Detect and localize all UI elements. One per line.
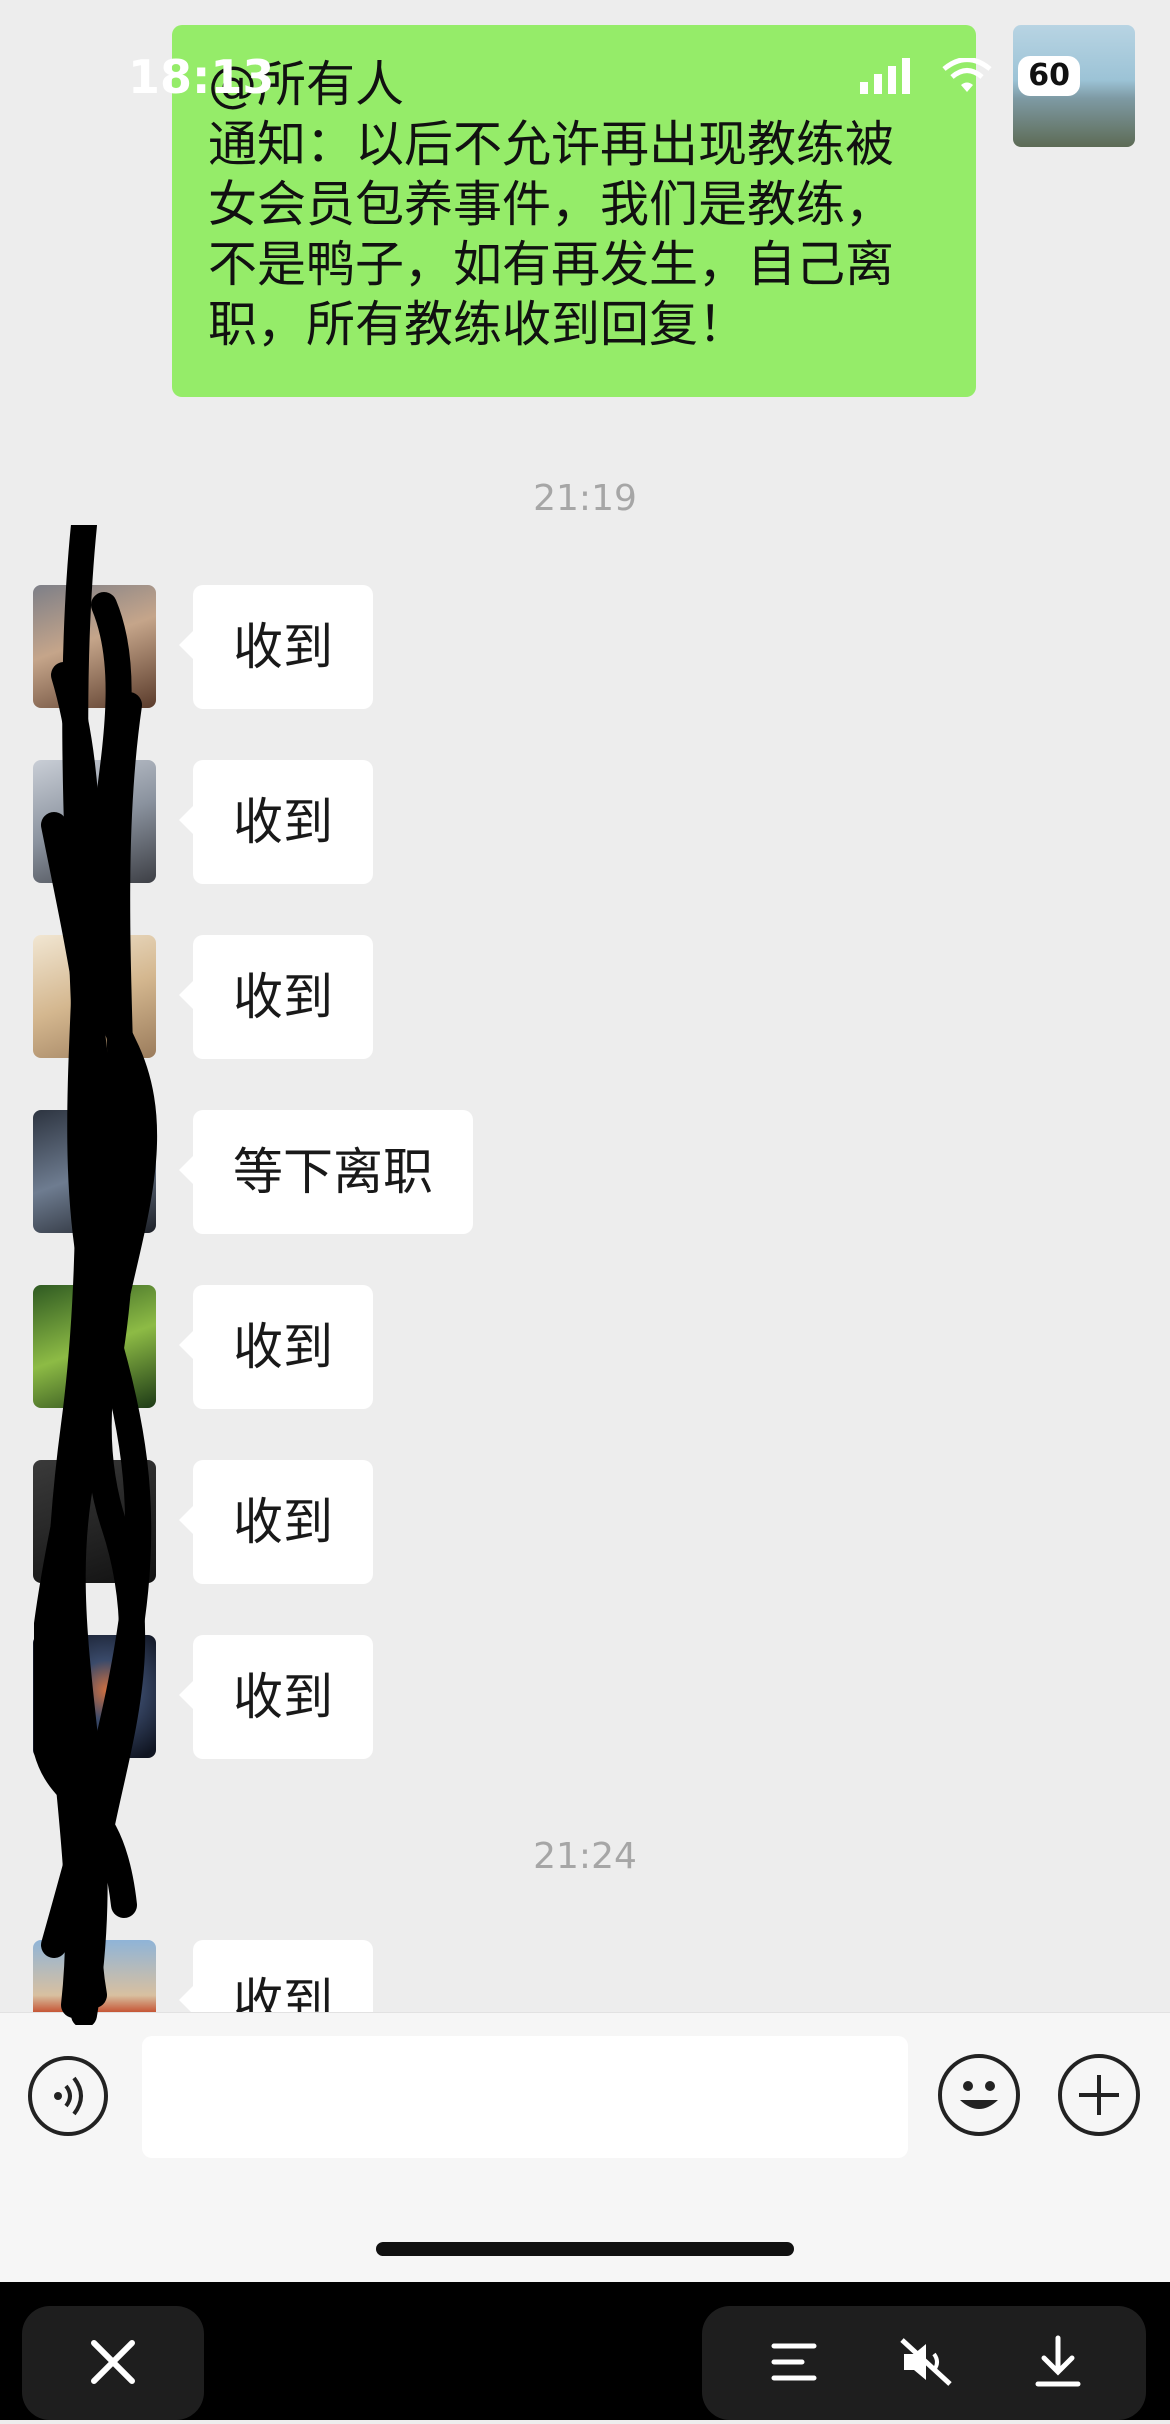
clipped-row-area: 收到: [0, 1940, 1170, 2012]
viewer-tools: [702, 2306, 1146, 2420]
sent-line: @所有人: [208, 56, 405, 113]
message-bubble[interactable]: 收到: [179, 935, 373, 1059]
download-icon[interactable]: [1032, 2334, 1084, 2390]
message-bubble[interactable]: 收到: [179, 585, 373, 709]
sent-line: 不是鸭子，如有再发生，自己离: [208, 236, 895, 293]
message-bubble[interactable]: 收到: [179, 1940, 373, 2012]
status-icons: 60: [860, 56, 1080, 96]
plus-icon: [1079, 2075, 1119, 2115]
message-bubble[interactable]: 收到: [179, 760, 373, 884]
signal-icon: [860, 58, 911, 94]
timestamp: 21:19: [533, 478, 637, 519]
voice-icon: [54, 2076, 83, 2116]
sent-line: 通知：以后不允许再出现教练被: [208, 116, 895, 173]
message-bubble[interactable]: 收到: [179, 1285, 373, 1409]
wifi-icon: [942, 58, 992, 92]
emoji-icon: [960, 2081, 998, 2109]
plus-button[interactable]: [1058, 2054, 1140, 2136]
voice-button[interactable]: [28, 2056, 108, 2136]
message-bubble[interactable]: 收到: [179, 1635, 373, 1759]
status-time: 18:13: [128, 50, 275, 104]
message-input[interactable]: [142, 2036, 908, 2158]
close-button[interactable]: [22, 2306, 204, 2420]
timestamp: 21:24: [533, 1836, 637, 1877]
sent-line: 职，所有教练收到回复！: [208, 296, 748, 353]
sent-line: 女会员包养事件，我们是教练，: [208, 176, 895, 233]
menu-icon[interactable]: [768, 2336, 820, 2388]
message-bubble[interactable]: 收到: [179, 1460, 373, 1584]
mute-icon[interactable]: [898, 2336, 954, 2388]
close-icon: [91, 2340, 135, 2384]
redaction-scribble: [34, 525, 158, 2025]
sent-message-bubble[interactable]: @所有人 通知：以后不允许再出现教练被 女会员包养事件，我们是教练， 不是鸭子，…: [172, 25, 976, 397]
battery-badge: 60: [1018, 56, 1080, 96]
emoji-button[interactable]: [938, 2054, 1020, 2136]
home-indicator: [376, 2242, 794, 2256]
message-bubble[interactable]: 等下离职: [179, 1110, 473, 1234]
